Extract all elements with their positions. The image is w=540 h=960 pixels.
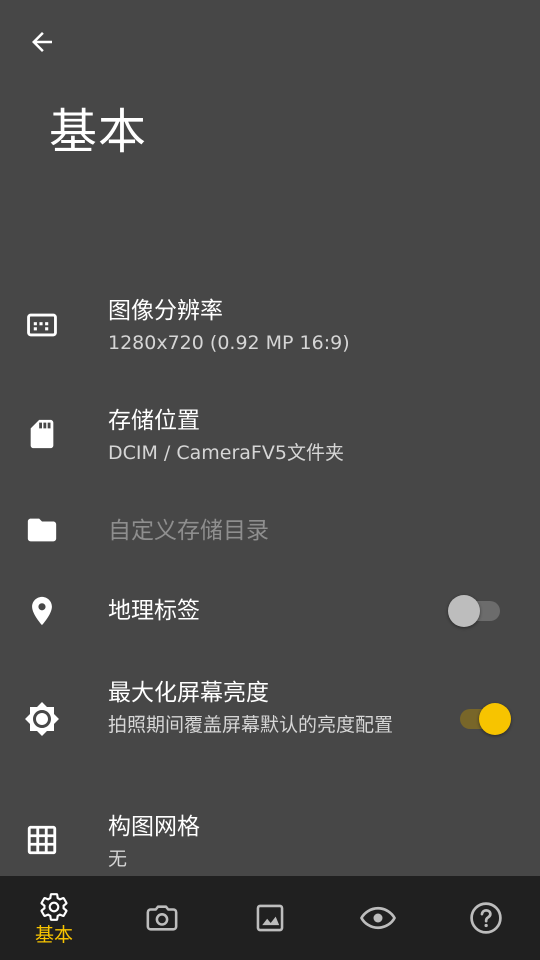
setting-title: 构图网格 bbox=[108, 814, 200, 840]
nav-tab-image[interactable] bbox=[216, 876, 324, 960]
settings-screen: 基本 图像分辨率 1280x720 (0.92 MP 16:9) 存储位置 DC… bbox=[0, 0, 540, 960]
bottom-navigation: 基本 bbox=[0, 876, 540, 960]
setting-title: 存储位置 bbox=[108, 408, 200, 434]
geotagging-toggle[interactable] bbox=[446, 591, 516, 631]
aspect-ratio-icon bbox=[22, 305, 62, 345]
sd-card-icon bbox=[22, 414, 62, 454]
location-pin-icon bbox=[22, 591, 62, 631]
eye-icon bbox=[360, 906, 396, 930]
setting-title: 最大化屏幕亮度 bbox=[108, 680, 269, 706]
setting-subtitle: 1280x720 (0.92 MP 16:9) bbox=[108, 332, 350, 354]
camera-icon bbox=[146, 905, 178, 931]
folder-icon bbox=[22, 510, 62, 550]
brightness-toggle[interactable] bbox=[446, 699, 516, 739]
nav-tab-basic[interactable]: 基本 bbox=[0, 876, 108, 960]
nav-tab-camera[interactable] bbox=[108, 876, 216, 960]
setting-title: 自定义存储目录 bbox=[108, 518, 269, 544]
setting-subtitle: DCIM / CameraFV5文件夹 bbox=[108, 442, 344, 464]
setting-custom-storage-directory[interactable]: 自定义存储目录 bbox=[0, 500, 540, 564]
setting-subtitle: 无 bbox=[108, 848, 128, 870]
setting-geotagging[interactable]: 地理标签 bbox=[0, 580, 540, 644]
setting-title: 地理标签 bbox=[108, 598, 200, 624]
nav-label: 基本 bbox=[34, 923, 73, 946]
nav-tab-help[interactable] bbox=[432, 876, 540, 960]
toggle-thumb bbox=[448, 595, 480, 627]
setting-image-resolution[interactable]: 图像分辨率 1280x720 (0.92 MP 16:9) bbox=[0, 280, 540, 384]
brightness-icon bbox=[22, 699, 62, 739]
help-icon bbox=[470, 902, 502, 934]
setting-subtitle: 拍照期间覆盖屏幕默认的亮度配置 bbox=[108, 714, 394, 736]
page-title: 基本 bbox=[49, 104, 148, 160]
back-arrow-icon bbox=[32, 32, 52, 52]
setting-storage-location[interactable]: 存储位置 DCIM / CameraFV5文件夹 bbox=[0, 392, 540, 496]
setting-maximize-brightness[interactable]: 最大化屏幕亮度 拍照期间覆盖屏幕默认的亮度配置 bbox=[0, 668, 540, 780]
toggle-thumb bbox=[479, 703, 511, 735]
nav-tab-view[interactable] bbox=[324, 876, 432, 960]
gear-icon bbox=[40, 892, 68, 921]
setting-composition-grid[interactable]: 构图网格 无 bbox=[0, 800, 540, 876]
setting-title: 图像分辨率 bbox=[108, 298, 223, 324]
image-icon bbox=[256, 904, 284, 932]
back-button[interactable] bbox=[18, 18, 66, 66]
grid-icon bbox=[22, 820, 62, 860]
